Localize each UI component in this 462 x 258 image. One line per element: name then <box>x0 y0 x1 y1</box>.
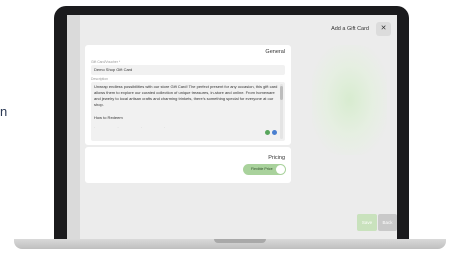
close-icon: ✕ <box>380 25 387 32</box>
ai-assist-icon[interactable] <box>272 130 277 135</box>
app-screen: Add a Gift Card ✕ General Gift Card/Vouc… <box>67 15 397 239</box>
toggle-knob <box>276 165 285 174</box>
stray-text: n <box>0 104 8 119</box>
save-button[interactable]: Save <box>357 214 377 231</box>
back-button[interactable]: Back <box>378 214 397 231</box>
drawer-title: Add a Gift Card <box>331 26 369 32</box>
close-button[interactable]: ✕ <box>376 22 391 36</box>
description-text: Unwrap endless possibilities with our st… <box>94 84 278 107</box>
pricing-card: Pricing Flexible Price <box>85 147 291 183</box>
flexible-price-toggle[interactable]: Flexible Price <box>243 164 286 175</box>
description-field-label: Description <box>91 77 108 81</box>
pricing-card-title: Pricing <box>268 155 285 161</box>
decorative-blob <box>312 45 387 155</box>
textarea-tools <box>265 130 277 135</box>
general-card-title: General <box>265 49 285 55</box>
background-panel <box>67 15 80 239</box>
laptop-notch <box>214 239 266 243</box>
description-redeem-heading: How to Redeem <box>94 115 123 120</box>
general-card: General Gift Card/Voucher * Demo Shop Gi… <box>85 45 291 145</box>
name-field-label: Gift Card/Voucher * <box>91 60 121 64</box>
description-overflow-dots: ···· <box>94 125 188 130</box>
description-textarea[interactable]: Unwrap endless possibilities with our st… <box>91 82 285 141</box>
drawer-header: Add a Gift Card ✕ <box>67 15 397 45</box>
flexible-price-label: Flexible Price <box>251 167 273 171</box>
scrollbar-thumb[interactable] <box>280 86 283 100</box>
description-scrollbar[interactable] <box>280 84 283 139</box>
laptop-base <box>14 239 446 249</box>
location-pin-icon[interactable] <box>265 130 270 135</box>
gift-card-name-input[interactable]: Demo Shop Gift Card <box>91 65 285 75</box>
